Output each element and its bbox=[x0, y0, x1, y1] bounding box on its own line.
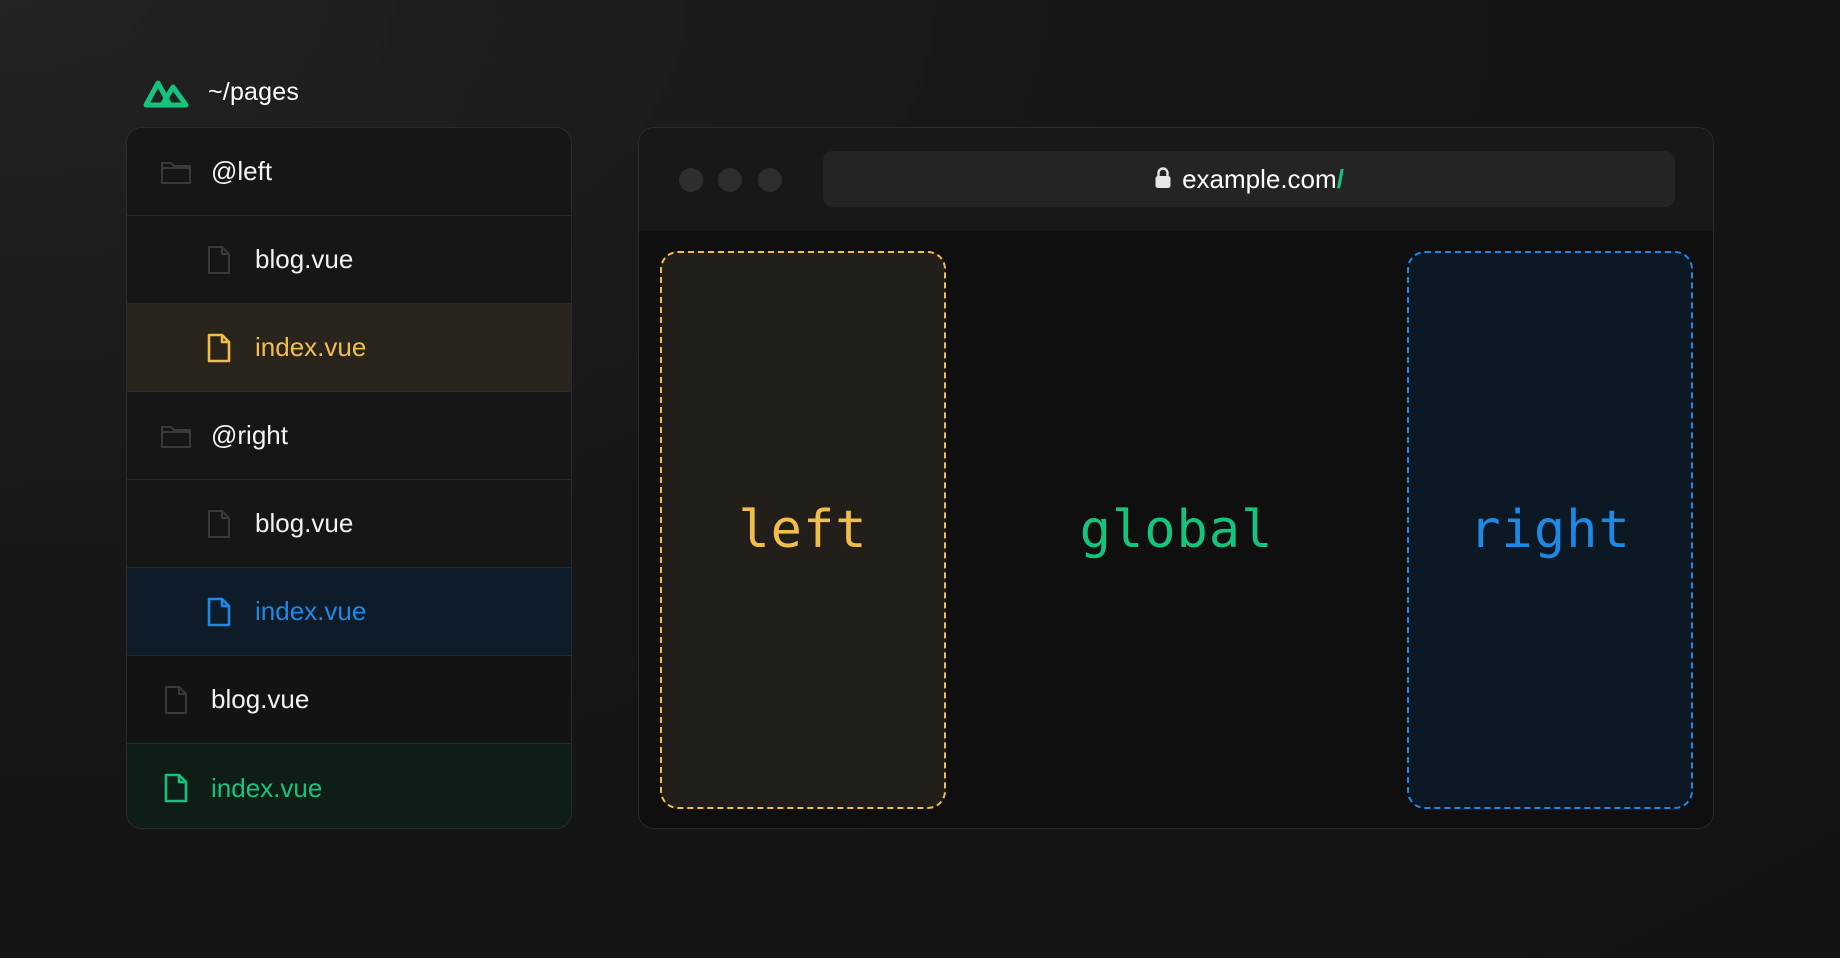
tree-item-label: @right bbox=[211, 420, 288, 450]
file-tree: @left blog.vue index.vue @right blog.vue inde… bbox=[126, 127, 572, 829]
global-content-area: global bbox=[946, 251, 1407, 809]
nuxt-logo-icon bbox=[143, 80, 189, 108]
file-icon bbox=[203, 597, 235, 627]
tree-item[interactable]: @right bbox=[127, 392, 571, 480]
tree-item-label: blog.vue bbox=[255, 508, 354, 538]
window-dot-close[interactable] bbox=[679, 168, 703, 192]
tree-item[interactable]: index.vue bbox=[127, 568, 571, 656]
browser-chrome: example.com / bbox=[639, 128, 1713, 231]
file-icon bbox=[203, 333, 235, 363]
window-dot-minimize[interactable] bbox=[718, 168, 742, 192]
file-icon bbox=[160, 685, 192, 715]
left-slot-panel: left bbox=[660, 251, 946, 809]
folder-icon bbox=[160, 421, 192, 451]
lock-icon bbox=[1155, 166, 1171, 188]
file-icon bbox=[203, 509, 235, 539]
tree-item[interactable]: @left bbox=[127, 128, 571, 216]
tree-item-label: index.vue bbox=[255, 596, 367, 626]
url-host: example.com bbox=[1182, 163, 1337, 194]
address-bar[interactable]: example.com / bbox=[823, 151, 1675, 207]
left-slot-label: left bbox=[738, 500, 868, 560]
tree-item[interactable]: blog.vue bbox=[127, 480, 571, 568]
window-dot-maximize[interactable] bbox=[758, 168, 782, 192]
tree-item[interactable]: index.vue bbox=[127, 304, 571, 392]
tree-item-label: index.vue bbox=[255, 332, 367, 362]
file-icon bbox=[160, 773, 192, 803]
browser-viewport: left global right bbox=[639, 231, 1713, 828]
tree-item[interactable]: blog.vue bbox=[127, 216, 571, 304]
tree-item-label: index.vue bbox=[211, 772, 323, 803]
tree-item-label: blog.vue bbox=[255, 244, 354, 274]
url-path: / bbox=[1336, 163, 1344, 194]
tree-item[interactable]: index.vue bbox=[127, 744, 571, 828]
tree-item[interactable]: blog.vue bbox=[127, 656, 571, 744]
file-icon bbox=[203, 245, 235, 275]
global-label: global bbox=[1079, 500, 1274, 560]
right-slot-label: right bbox=[1469, 500, 1631, 560]
pages-path-label: ~/pages bbox=[208, 77, 300, 106]
header: ~/pages bbox=[141, 72, 299, 112]
right-slot-panel: right bbox=[1407, 251, 1693, 809]
browser-window: example.com / left global right bbox=[638, 127, 1714, 829]
folder-icon bbox=[160, 157, 192, 187]
tree-item-label: blog.vue bbox=[211, 684, 310, 714]
tree-item-label: @left bbox=[211, 156, 273, 186]
